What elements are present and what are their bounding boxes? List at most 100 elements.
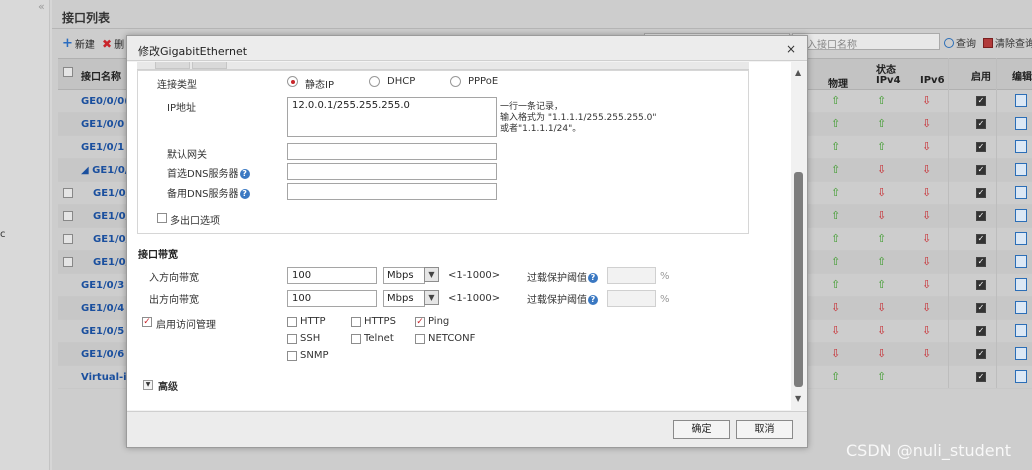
protocol-ping-checkbox[interactable]: ✓ <box>415 317 425 327</box>
chevron-down-icon[interactable]: ▼ <box>424 290 439 305</box>
edit-icon[interactable] <box>1015 232 1027 245</box>
inner-tab[interactable] <box>192 62 227 69</box>
enable-checkbox[interactable]: ✓ <box>976 280 986 290</box>
row-checkbox[interactable] <box>63 188 73 198</box>
clear-query-button[interactable]: 清除查询 <box>983 35 1032 50</box>
interface-name-link[interactable]: GE1/0/1 <box>81 142 124 153</box>
help-icon[interactable]: ? <box>588 295 598 305</box>
primary-dns-label: 首选DNS服务器? <box>167 165 250 180</box>
secondary-dns-input[interactable] <box>287 183 497 200</box>
scroll-up-icon[interactable]: ▲ <box>795 68 801 77</box>
interface-name-link[interactable]: GE1/0/6 <box>81 349 124 360</box>
scrollbar-thumb[interactable] <box>794 172 803 387</box>
edit-icon[interactable] <box>1015 324 1027 337</box>
row-checkbox[interactable] <box>63 234 73 244</box>
column-header-physical: 物理 <box>828 79 848 90</box>
help-icon[interactable]: ? <box>588 273 598 283</box>
dialog-scrollbar[interactable]: ▲ ▼ <box>791 62 807 410</box>
dialog-footer: 确定 取消 <box>127 411 807 447</box>
protocol-snmp-checkbox[interactable] <box>287 351 297 361</box>
edit-icon[interactable] <box>1015 370 1027 383</box>
plus-icon: + <box>62 35 73 51</box>
outbound-unit-select[interactable]: Mbps <box>383 290 425 307</box>
status-down-icon: ⇩ <box>922 255 932 268</box>
primary-dns-input[interactable] <box>287 163 497 180</box>
scroll-down-icon[interactable]: ▼ <box>795 394 801 403</box>
ip-address-textarea[interactable]: 12.0.0.1/255.255.255.0 <box>287 97 497 137</box>
ok-button[interactable]: 确定 <box>673 420 730 439</box>
enable-checkbox[interactable]: ✓ <box>976 211 986 221</box>
radio-pppoe[interactable] <box>450 76 461 87</box>
connection-type-label: 连接类型 <box>157 80 197 91</box>
inbound-unit-select[interactable]: Mbps <box>383 267 425 284</box>
enable-checkbox[interactable]: ✓ <box>976 142 986 152</box>
protocol-ssh-checkbox[interactable] <box>287 334 297 344</box>
edit-icon[interactable] <box>1015 117 1027 130</box>
enable-checkbox[interactable]: ✓ <box>976 234 986 244</box>
protocol-netconf-label: NETCONF <box>428 333 476 344</box>
enable-checkbox[interactable]: ✓ <box>976 303 986 313</box>
inbound-overload-input[interactable] <box>607 267 656 284</box>
status-down-icon: ⇩ <box>922 163 932 176</box>
inner-tab[interactable] <box>155 62 190 69</box>
protocol-telnet-checkbox[interactable] <box>351 334 361 344</box>
edit-icon[interactable] <box>1015 186 1027 199</box>
cancel-button[interactable]: 取消 <box>736 420 793 439</box>
status-up-icon: ⇧ <box>877 94 887 107</box>
enable-checkbox[interactable]: ✓ <box>976 372 986 382</box>
help-icon[interactable]: ? <box>239 169 250 179</box>
edit-icon[interactable] <box>1015 255 1027 268</box>
edit-icon[interactable] <box>1015 301 1027 314</box>
outbound-bandwidth-input[interactable]: 100 <box>287 290 377 307</box>
select-all-checkbox[interactable] <box>63 67 73 77</box>
advanced-section-label[interactable]: 高级 <box>158 378 178 393</box>
default-gateway-input[interactable] <box>287 143 497 160</box>
column-divider <box>948 58 949 388</box>
edit-icon[interactable] <box>1015 347 1027 360</box>
column-header-enable: 启用 <box>971 72 991 83</box>
edit-icon[interactable] <box>1015 140 1027 153</box>
new-button[interactable]: + 新建 <box>62 35 95 52</box>
status-up-icon: ⇧ <box>831 94 841 107</box>
edit-icon[interactable] <box>1015 209 1027 222</box>
interface-name-link[interactable]: GE1/0/4 <box>81 303 124 314</box>
enable-checkbox[interactable]: ✓ <box>976 96 986 106</box>
multi-exit-checkbox[interactable] <box>157 213 167 223</box>
edit-icon[interactable] <box>1015 163 1027 176</box>
help-icon[interactable]: ? <box>239 189 250 199</box>
expand-advanced-icon[interactable]: ▼ <box>143 380 153 390</box>
radio-static-ip[interactable] <box>287 76 298 87</box>
enable-checkbox[interactable]: ✓ <box>976 326 986 336</box>
radio-dhcp[interactable] <box>369 76 380 87</box>
status-up-icon: ⇧ <box>831 278 841 291</box>
enable-checkbox[interactable]: ✓ <box>976 119 986 129</box>
enable-checkbox[interactable]: ✓ <box>976 257 986 267</box>
chevron-down-icon[interactable]: ▼ <box>424 267 439 282</box>
protocol-netconf-checkbox[interactable] <box>415 334 425 344</box>
interface-name-link[interactable]: GE1/0/3 <box>81 280 124 291</box>
enable-checkbox[interactable]: ✓ <box>976 349 986 359</box>
collapse-nav-icon[interactable]: « <box>38 0 45 13</box>
search-input[interactable]: 输入接口名称 <box>792 33 940 51</box>
delete-button[interactable]: ✖ 删 <box>102 36 124 52</box>
row-checkbox[interactable] <box>63 257 73 267</box>
query-button[interactable]: 查询 <box>944 35 976 50</box>
interface-name-link[interactable]: GE1/0/5 <box>81 326 124 337</box>
protocol-https-checkbox[interactable] <box>351 317 361 327</box>
status-down-icon: ⇩ <box>877 301 887 314</box>
outbound-overload-input[interactable] <box>607 290 656 307</box>
row-checkbox[interactable] <box>63 211 73 221</box>
enable-checkbox[interactable]: ✓ <box>976 188 986 198</box>
edit-icon[interactable] <box>1015 94 1027 107</box>
edit-icon[interactable] <box>1015 278 1027 291</box>
column-header-name[interactable]: 接口名称 <box>81 68 121 83</box>
inbound-bandwidth-input[interactable]: 100 <box>287 267 377 284</box>
status-up-icon: ⇧ <box>831 140 841 153</box>
protocol-http-checkbox[interactable] <box>287 317 297 327</box>
left-navigation: « c <box>0 0 50 470</box>
close-icon[interactable]: × <box>786 42 796 56</box>
access-management-checkbox[interactable]: ✓ <box>142 317 152 327</box>
interface-name-link[interactable]: GE1/0/0 <box>81 119 124 130</box>
inner-tab-strip <box>137 62 749 70</box>
enable-checkbox[interactable]: ✓ <box>976 165 986 175</box>
